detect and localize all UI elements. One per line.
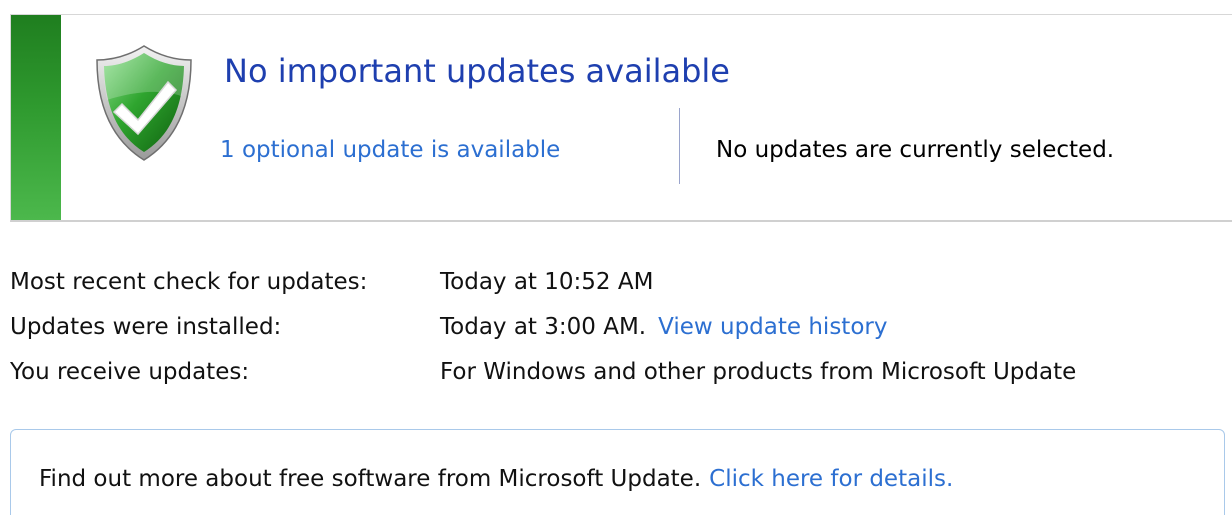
view-update-history-link[interactable]: View update history xyxy=(658,314,887,340)
microsoft-update-banner: Find out more about free software from M… xyxy=(10,429,1225,515)
banner-message: Find out more about free software from M… xyxy=(39,466,953,492)
windows-update-panel: No important updates available 1 optiona… xyxy=(0,0,1232,515)
receive-updates-label: You receive updates: xyxy=(10,359,250,385)
selection-status-text: No updates are currently selected. xyxy=(716,137,1115,163)
optional-updates-link[interactable]: 1 optional update is available xyxy=(220,137,560,163)
banner-text: Find out more about free software from M… xyxy=(39,466,702,492)
receive-updates-value: For Windows and other products from Micr… xyxy=(440,359,1077,385)
last-check-label: Most recent check for updates: xyxy=(10,269,368,295)
last-check-value: Today at 10:52 AM xyxy=(440,269,654,295)
banner-details-link[interactable]: Click here for details. xyxy=(709,466,953,492)
status-title: No important updates available xyxy=(224,52,730,90)
installed-label: Updates were installed: xyxy=(10,314,282,340)
shield-check-icon xyxy=(96,45,192,161)
installed-value-group: Today at 3:00 AM. View update history xyxy=(440,314,887,340)
status-color-bar xyxy=(11,15,61,220)
installed-value: Today at 3:00 AM. xyxy=(440,314,647,340)
status-divider xyxy=(679,108,680,184)
